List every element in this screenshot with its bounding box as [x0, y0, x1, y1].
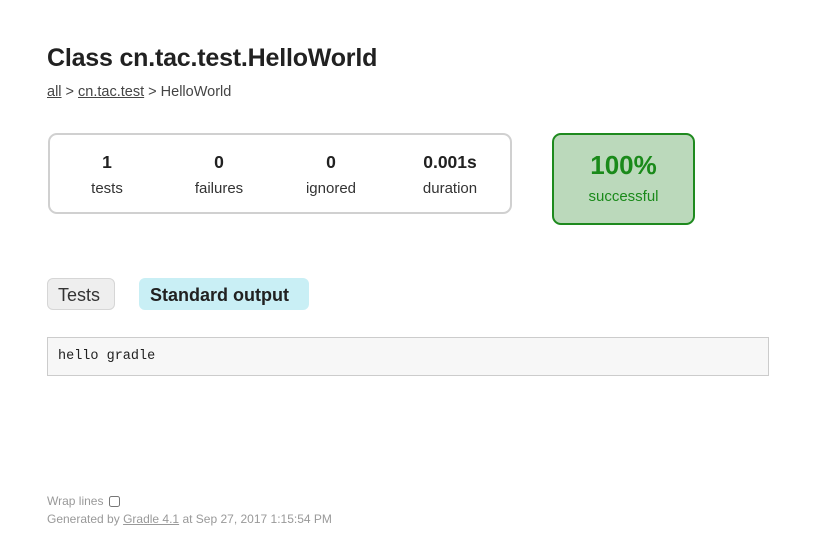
duration-counter: 0.001s duration	[395, 152, 505, 198]
tests-count: 1	[102, 152, 112, 172]
summary-box: 1 tests 0 failures 0 ignored 0.001s dura…	[48, 133, 512, 214]
wrap-lines-checkbox[interactable]	[109, 495, 121, 507]
success-rate-box: 100% successful	[552, 133, 695, 225]
standard-output-panel: hello gradle	[47, 337, 769, 376]
wrap-lines-label: Wrap lines	[47, 494, 104, 508]
breadcrumb-package-link[interactable]: cn.tac.test	[78, 84, 144, 100]
tab-standard-output[interactable]: Standard output	[139, 278, 309, 310]
breadcrumb-all-link[interactable]: all	[47, 84, 62, 100]
duration-label: duration	[422, 180, 478, 197]
duration-value: 0.001s	[423, 152, 477, 172]
generated-by-prefix: Generated by	[47, 512, 124, 526]
tests-label: tests	[91, 180, 123, 197]
breadcrumb-separator: >	[148, 84, 161, 100]
failures-label: failures	[194, 180, 244, 197]
wrap-lines-row: Wrap lines	[47, 493, 332, 509]
ignored-counter: 0 ignored	[276, 152, 386, 198]
success-rate-percent: 100%	[590, 150, 657, 180]
gradle-link[interactable]: Gradle 4.1	[123, 512, 179, 526]
standard-output-text: hello gradle	[58, 349, 156, 364]
generated-timestamp: at Sep 27, 2017 1:15:54 PM	[179, 512, 332, 526]
footer: Wrap lines Generated by Gradle 4.1 at Se…	[47, 493, 332, 527]
tab-tests[interactable]: Tests	[47, 278, 115, 310]
breadcrumb: all > cn.tac.test > HelloWorld	[47, 84, 231, 100]
breadcrumb-current: HelloWorld	[160, 84, 232, 100]
failures-count: 0	[214, 152, 224, 172]
ignored-label: ignored	[305, 180, 357, 197]
failures-counter: 0 failures	[164, 152, 274, 198]
generated-by-row: Generated by Gradle 4.1 at Sep 27, 2017 …	[47, 511, 332, 527]
ignored-count: 0	[326, 152, 336, 172]
page-title: Class cn.tac.test.HelloWorld	[47, 44, 378, 72]
success-rate-label: successful	[588, 188, 659, 205]
breadcrumb-separator: >	[65, 84, 79, 100]
tests-counter: 1 tests	[52, 152, 162, 198]
